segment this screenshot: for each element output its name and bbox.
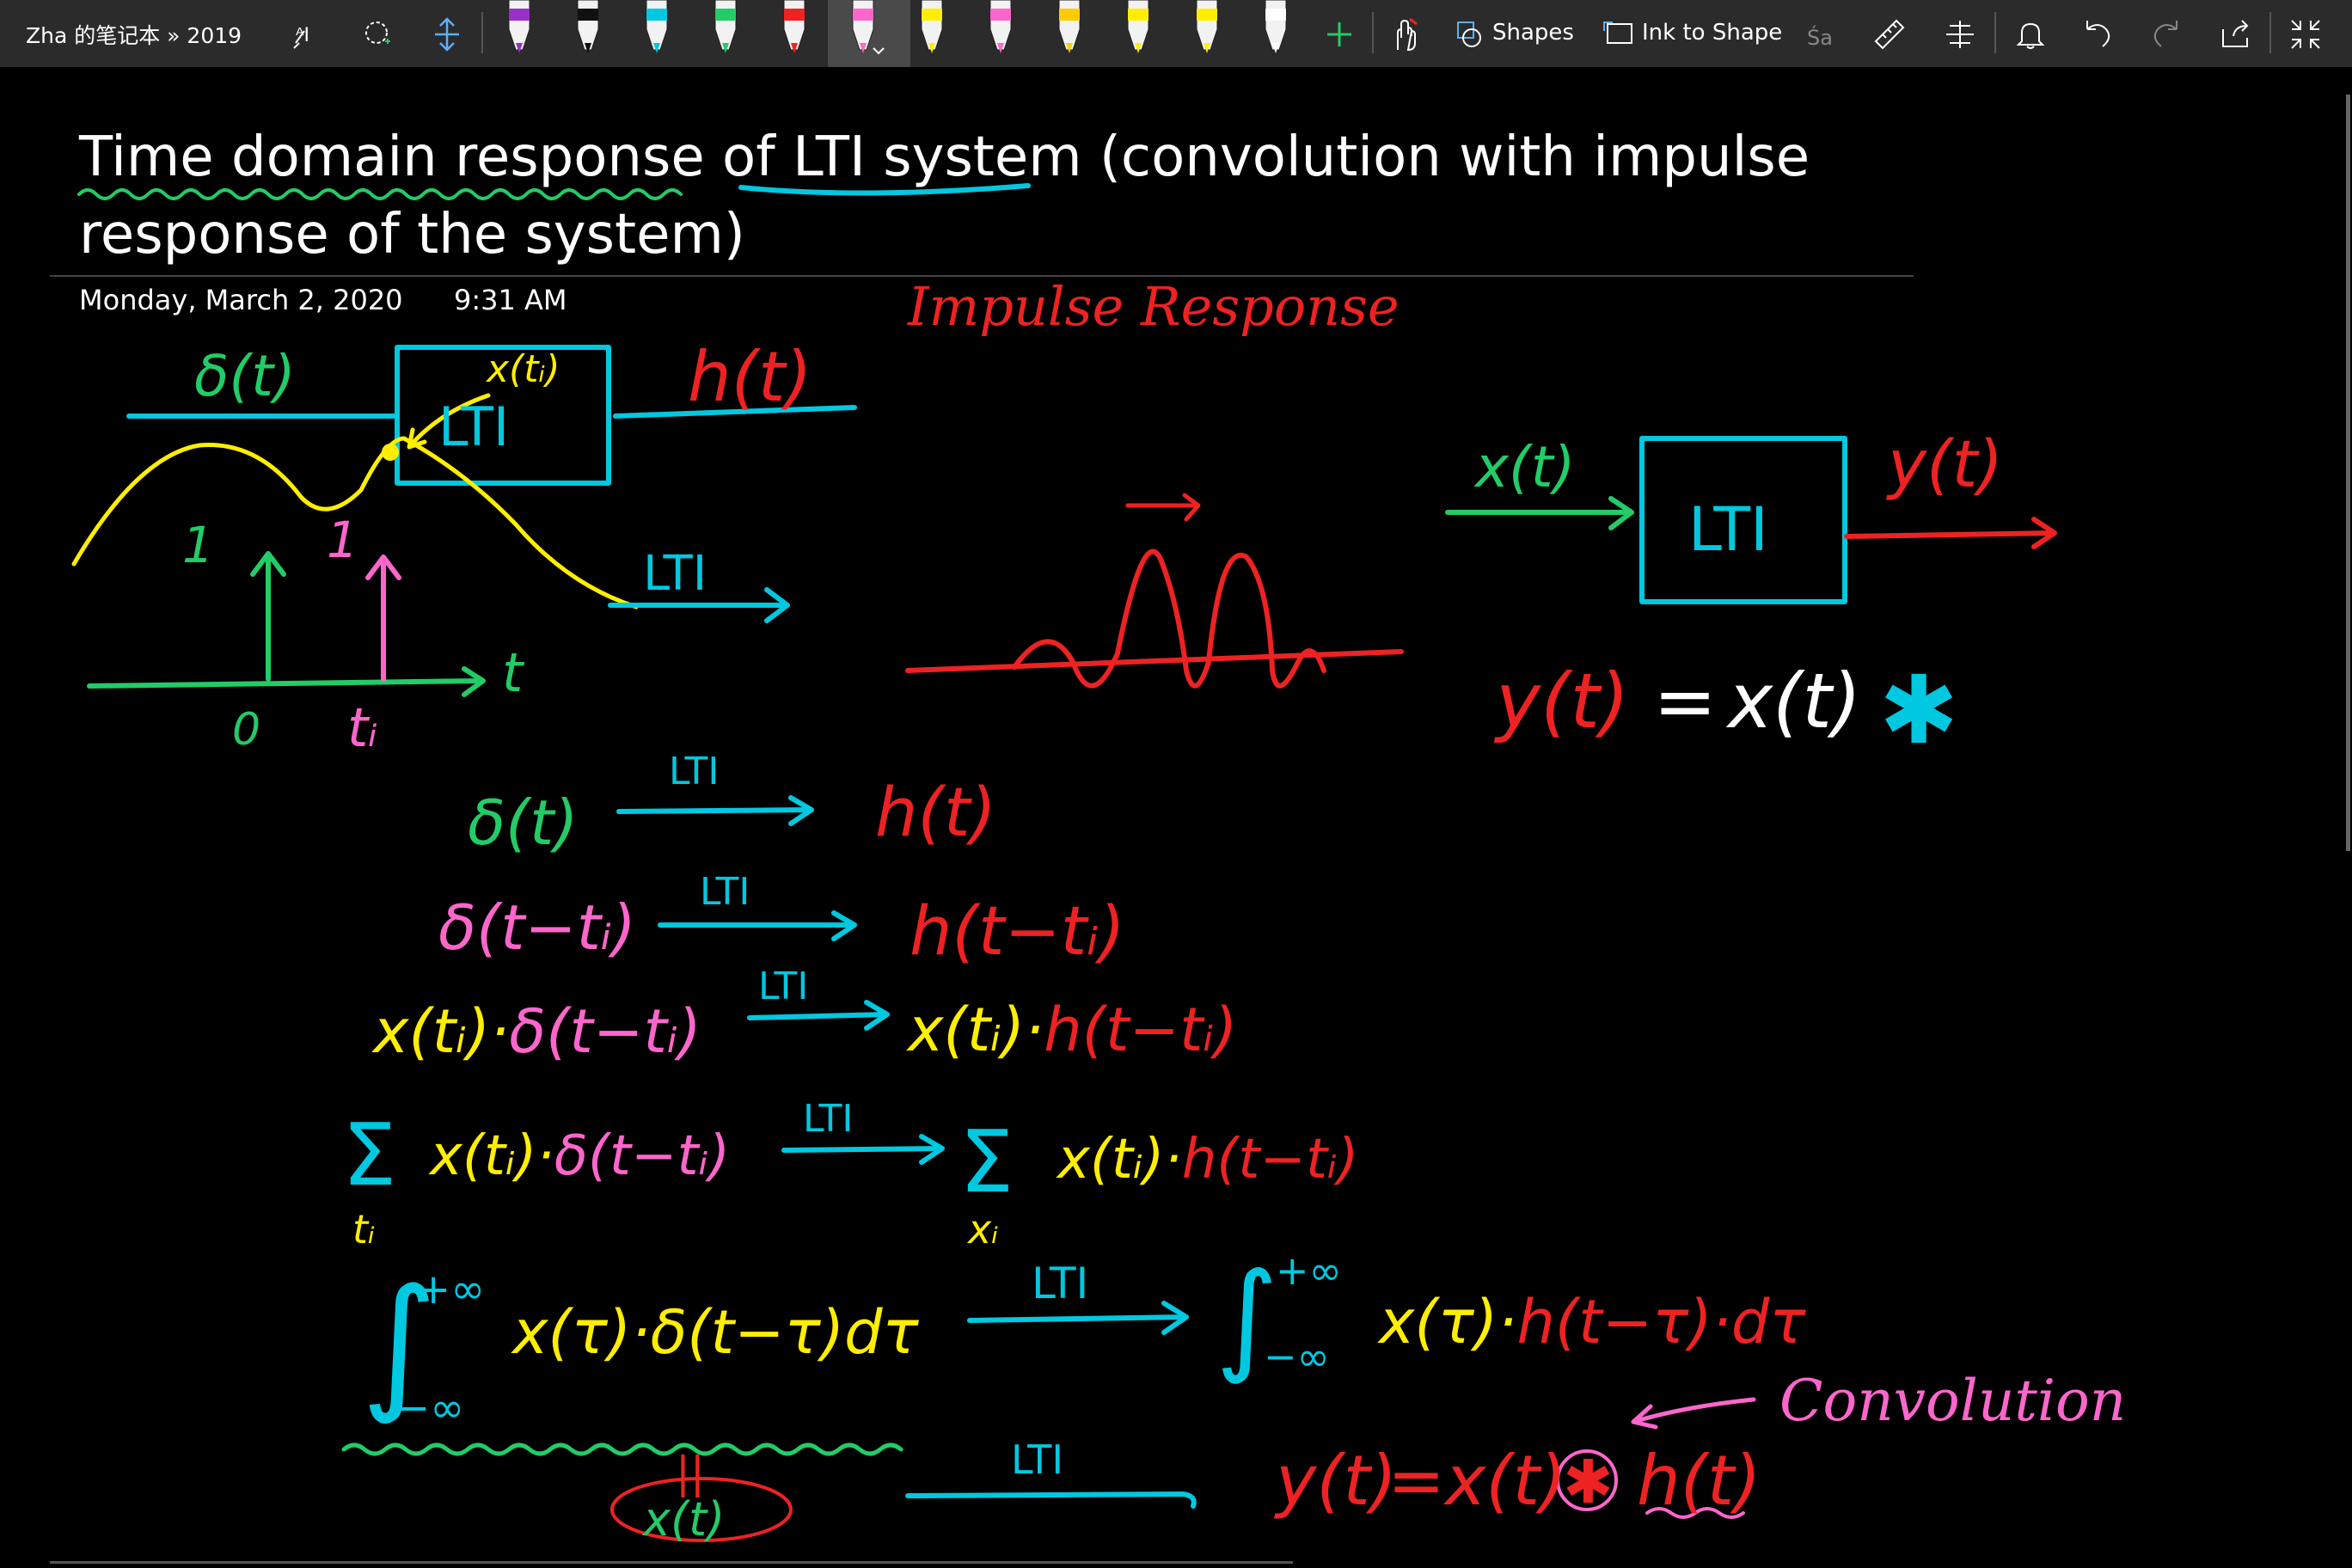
y-t-label-right: y(t)	[1886, 426, 2003, 502]
row4-right-h: h(t−tᵢ)	[1182, 1128, 1359, 1191]
row4-lti: LTI	[803, 1097, 853, 1141]
row5-left-expr: x(τ)·δ(t−τ)dτ	[511, 1297, 920, 1368]
row2-delta-shift: δ(t−tᵢ)	[438, 891, 636, 964]
one-label-zero: 1	[182, 516, 214, 574]
row1-lti: LTI	[669, 750, 719, 793]
row2-arrow	[658, 910, 857, 941]
row5-right: x(τ)·h(t−τ)·dτ	[1377, 1287, 1806, 1357]
row3-left-x: x(tᵢ)·	[371, 996, 509, 1067]
integral-wavy-underline	[341, 1442, 903, 1456]
row2-lti: LTI	[700, 870, 750, 914]
impulse-response-heading: Impulse Response	[907, 275, 1400, 338]
row5-upper-right: +∞	[1276, 1247, 1342, 1294]
row4-sum-right: Σ	[959, 1112, 1014, 1212]
ti-label: tᵢ	[347, 696, 377, 759]
lti-label-arrow: LTI	[643, 546, 707, 602]
h-t-label-top: h(t)	[688, 337, 812, 417]
row5-left: x(τ)·δ(t−τ)dτ	[511, 1297, 920, 1368]
sample-dot	[382, 444, 399, 461]
delta-t-label: δ(t)	[194, 343, 296, 409]
row6-lti: LTI	[1011, 1436, 1063, 1483]
shift-arrow	[1125, 493, 1201, 522]
row6-h: h(t)	[1637, 1441, 1761, 1521]
row5-upper-left: +∞	[416, 1265, 485, 1314]
row4-sum-sub-right: xᵢ	[966, 1206, 998, 1253]
equals-bars: ||	[676, 1448, 705, 1498]
green-wavy-underline	[77, 188, 683, 200]
y-equals-label: y(t) =	[1493, 657, 1717, 745]
impulse-at-ti	[365, 554, 401, 682]
impulse-at-zero	[250, 551, 286, 682]
cyan-underline	[738, 183, 1031, 196]
convolution-star-right: ✱	[1879, 655, 1958, 765]
y-equals-y: y(t)	[1493, 657, 1629, 745]
row1-arrow	[616, 795, 814, 826]
row4-sum-sub-left: tᵢ	[352, 1206, 375, 1253]
row3-left: x(tᵢ)·δ(t−tᵢ)	[371, 996, 701, 1067]
row6-y: y(t)	[1274, 1441, 1397, 1521]
row3-right: x(tᵢ)·h(t−tᵢ)	[906, 995, 1237, 1065]
row6-eq-x: =x(t)	[1387, 1441, 1566, 1521]
row4-left-x: x(tᵢ)·	[428, 1124, 554, 1188]
lti-label-left: LTI	[438, 395, 509, 458]
row3-left-delta: δ(t−tᵢ)	[509, 996, 701, 1067]
time-axis	[87, 666, 486, 697]
t-axis-label: t	[502, 641, 525, 704]
x-ti-label: x(tᵢ)	[485, 347, 560, 391]
row3-right-h: h(t−tᵢ)	[1044, 995, 1237, 1065]
x-input-arrow	[1445, 496, 1634, 530]
row5-lower-right: −∞	[1264, 1333, 1330, 1380]
row4-right-x: x(tᵢ)·	[1056, 1128, 1182, 1191]
x-t-label-right: x(t)	[1473, 434, 1575, 500]
row3-right-x: x(tᵢ)·	[906, 995, 1044, 1065]
row5-right-x: x(τ)·	[1377, 1287, 1516, 1357]
row6-line	[905, 1491, 1197, 1509]
row6-x-t: x(t)	[641, 1492, 725, 1547]
response-axis	[905, 649, 1404, 673]
one-label-ti: 1	[327, 511, 358, 569]
row5-lti: LTI	[1032, 1259, 1088, 1308]
convolution-label: Convolution	[1779, 1368, 2126, 1434]
row5-right-h: h(t−τ)·dτ	[1516, 1287, 1806, 1357]
zero-label: 0	[232, 704, 260, 756]
y-output-arrow	[1844, 517, 2057, 549]
row6-star: ✱	[1563, 1447, 1614, 1517]
convolution-pointer-arrow	[1631, 1397, 1756, 1430]
row4-left-delta: δ(t−tᵢ)	[554, 1124, 730, 1188]
row2-h-shift: h(t−tᵢ)	[910, 893, 1125, 971]
row1-delta: δ(t)	[468, 787, 578, 859]
row4-sum-left: Σ	[342, 1105, 396, 1205]
row4-right: x(tᵢ)·h(t−tᵢ)	[1056, 1128, 1358, 1191]
lti-label-right: LTI	[1688, 494, 1768, 565]
row1-h: h(t)	[875, 775, 996, 852]
row5-lower-left: −∞	[395, 1384, 464, 1432]
ink-canvas[interactable]: Impulse Response δ(t) LTI x(tᵢ) h(t) 1 1…	[0, 0, 2352, 1568]
y-equals-x-label: x(t)	[1725, 657, 1861, 745]
row4-left: x(tᵢ)·δ(t−tᵢ)	[428, 1124, 730, 1188]
row3-lti: LTI	[758, 965, 808, 1008]
